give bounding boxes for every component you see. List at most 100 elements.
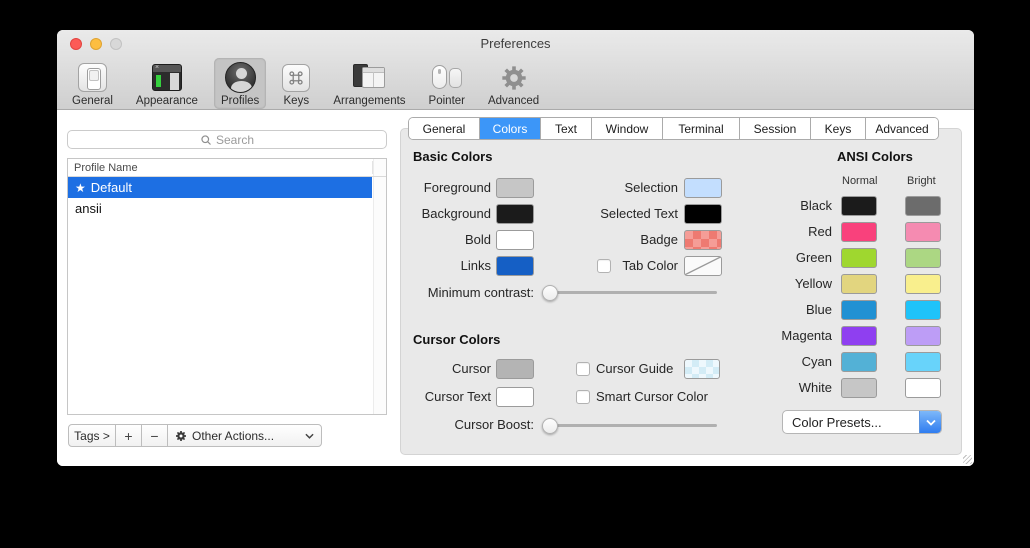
traffic-lights xyxy=(70,38,122,50)
cursor-text-label: Cursor Text xyxy=(401,387,491,407)
ansi-label-white: White xyxy=(731,378,832,398)
ansi-yellow-normal-well[interactable] xyxy=(841,274,877,294)
window-content: Search Profile Name ★ Default ansii Tags… xyxy=(57,110,974,466)
ansi-label-green: Green xyxy=(731,248,832,268)
tab-color-label: Tab Color xyxy=(551,256,678,276)
ansi-white-normal-well[interactable] xyxy=(841,378,877,398)
tab-text[interactable]: Text xyxy=(541,118,592,139)
toolbar-item-pointer[interactable]: Pointer xyxy=(422,58,472,109)
profiles-person-icon xyxy=(225,62,256,93)
minimum-contrast-label: Minimum contrast: xyxy=(401,285,534,301)
ansi-label-magenta: Magenta xyxy=(731,326,832,346)
background-color-well[interactable] xyxy=(496,204,534,224)
window-header: Preferences General × Appearance Profile… xyxy=(57,30,974,110)
appearance-window-icon: × xyxy=(152,64,182,91)
tab-advanced[interactable]: Advanced xyxy=(866,118,938,139)
resize-grip[interactable] xyxy=(963,455,972,464)
tab-terminal[interactable]: Terminal xyxy=(663,118,740,139)
selected-text-color-well[interactable] xyxy=(684,204,722,224)
toolbar-label: Appearance xyxy=(136,95,198,107)
toolbar-item-appearance[interactable]: × Appearance xyxy=(129,58,205,109)
minimum-contrast-slider[interactable] xyxy=(547,291,717,294)
toolbar-item-general[interactable]: General xyxy=(65,58,120,109)
general-switch-icon xyxy=(78,63,107,92)
remove-profile-button[interactable]: − xyxy=(141,424,168,447)
search-placeholder: Search xyxy=(216,133,254,147)
smart-cursor-color-label: Smart Cursor Color xyxy=(596,389,708,405)
window-title: Preferences xyxy=(57,30,974,57)
profile-list: Profile Name ★ Default ansii xyxy=(67,158,387,415)
tab-keys[interactable]: Keys xyxy=(811,118,866,139)
tab-session[interactable]: Session xyxy=(740,118,811,139)
smart-cursor-color-checkbox[interactable] xyxy=(576,390,590,404)
ansi-yellow-bright-well[interactable] xyxy=(905,274,941,294)
tab-general[interactable]: General xyxy=(409,118,480,139)
close-button[interactable] xyxy=(70,38,82,50)
toolbar-item-keys[interactable]: Keys xyxy=(275,58,317,109)
ansi-magenta-normal-well[interactable] xyxy=(841,326,877,346)
cursor-boost-slider[interactable] xyxy=(547,424,717,427)
foreground-label: Foreground xyxy=(401,178,491,198)
ansi-blue-normal-well[interactable] xyxy=(841,300,877,320)
foreground-color-well[interactable] xyxy=(496,178,534,198)
toolbar-item-advanced[interactable]: Advanced xyxy=(481,58,546,109)
other-actions-label: Other Actions... xyxy=(192,429,300,443)
ansi-green-normal-well[interactable] xyxy=(841,248,877,268)
toolbar-label: General xyxy=(72,95,113,107)
profile-list-footer: Tags > + − Other Actions... xyxy=(68,424,322,447)
badge-color-well[interactable] xyxy=(684,230,722,250)
profile-name: Default xyxy=(91,180,132,195)
selection-color-well[interactable] xyxy=(684,178,722,198)
add-profile-button[interactable]: + xyxy=(115,424,142,447)
ansi-cyan-bright-well[interactable] xyxy=(905,352,941,372)
cursor-boost-label: Cursor Boost: xyxy=(401,417,534,433)
ansi-green-bright-well[interactable] xyxy=(905,248,941,268)
background-label: Background xyxy=(401,204,491,224)
cursor-guide-color-well[interactable] xyxy=(684,359,720,379)
color-presets-dropdown[interactable]: Color Presets... xyxy=(782,410,942,434)
selected-text-label: Selected Text xyxy=(551,204,678,224)
links-color-well[interactable] xyxy=(496,256,534,276)
profile-row-ansii[interactable]: ansii xyxy=(68,198,372,219)
other-actions-dropdown[interactable]: Other Actions... xyxy=(167,424,322,447)
toolbar-item-profiles[interactable]: Profiles xyxy=(214,58,266,109)
color-presets-label: Color Presets... xyxy=(783,415,919,430)
basic-colors-heading: Basic Colors xyxy=(413,149,492,164)
ansi-white-bright-well[interactable] xyxy=(905,378,941,398)
bold-color-well[interactable] xyxy=(496,230,534,250)
tab-color-well[interactable] xyxy=(684,256,722,276)
cursor-boost-slider-knob[interactable] xyxy=(542,418,558,434)
minimize-button[interactable] xyxy=(90,38,102,50)
default-star-icon: ★ xyxy=(75,181,86,195)
toolbar-label: Profiles xyxy=(221,95,259,107)
minimum-contrast-slider-knob[interactable] xyxy=(542,285,558,301)
search-input[interactable]: Search xyxy=(67,130,387,149)
ansi-black-bright-well[interactable] xyxy=(905,196,941,216)
zoom-button[interactable] xyxy=(110,38,122,50)
cursor-text-color-well[interactable] xyxy=(496,387,534,407)
ansi-cyan-normal-well[interactable] xyxy=(841,352,877,372)
cursor-color-well[interactable] xyxy=(496,359,534,379)
ansi-label-yellow: Yellow xyxy=(731,274,832,294)
cursor-guide-checkbox[interactable] xyxy=(576,362,590,376)
tags-button[interactable]: Tags > xyxy=(68,424,116,447)
command-key-icon xyxy=(282,64,310,92)
toolbar-item-arrangements[interactable]: Arrangements xyxy=(326,58,412,109)
tab-window[interactable]: Window xyxy=(592,118,663,139)
ansi-red-bright-well[interactable] xyxy=(905,222,941,242)
ansi-red-normal-well[interactable] xyxy=(841,222,877,242)
colors-tab-panel: Basic Colors Foreground Background Bold … xyxy=(400,128,962,455)
ansi-label-black: Black xyxy=(731,196,832,216)
bold-label: Bold xyxy=(401,230,491,250)
ansi-black-normal-well[interactable] xyxy=(841,196,877,216)
ansi-label-cyan: Cyan xyxy=(731,352,832,372)
profile-row-default[interactable]: ★ Default xyxy=(68,177,372,198)
tab-colors[interactable]: Colors xyxy=(480,118,541,139)
toolbar-label: Pointer xyxy=(429,95,465,107)
ansi-magenta-bright-well[interactable] xyxy=(905,326,941,346)
selection-label: Selection xyxy=(551,178,678,198)
toolbar-label: Keys xyxy=(284,95,310,107)
badge-label: Badge xyxy=(551,230,678,250)
action-gear-icon xyxy=(175,430,187,442)
ansi-blue-bright-well[interactable] xyxy=(905,300,941,320)
